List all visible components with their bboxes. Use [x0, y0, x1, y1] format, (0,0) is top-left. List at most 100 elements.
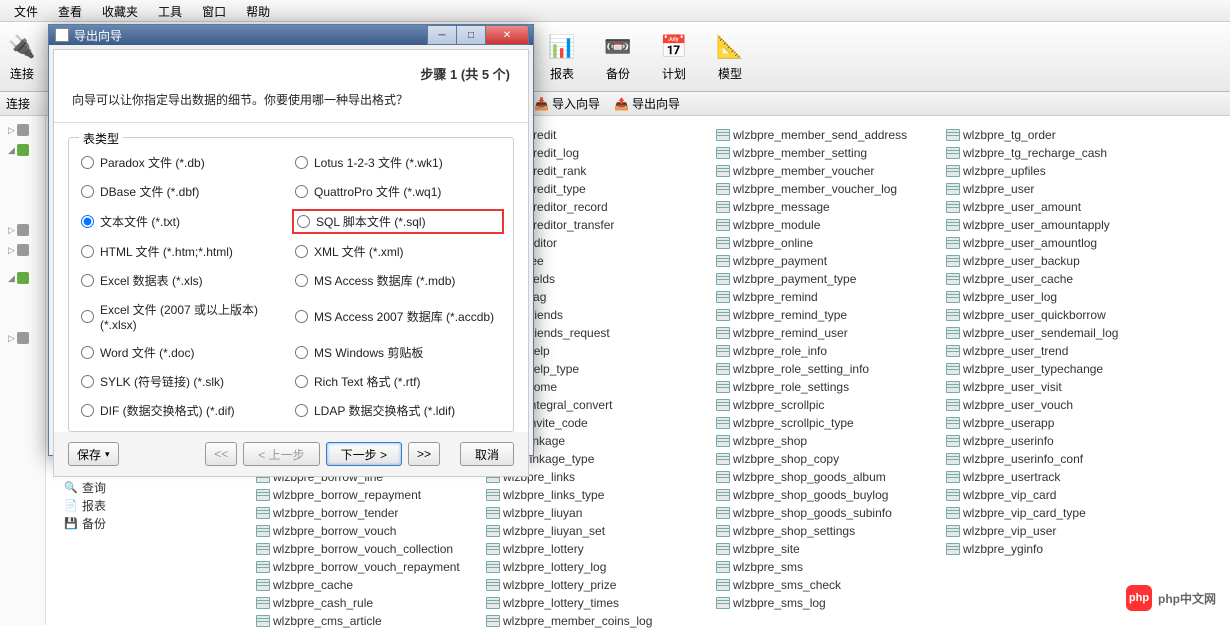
cancel-button[interactable]: 取消 — [460, 442, 514, 466]
table-row[interactable]: wlzbpre_shop_goods_subinfo — [716, 504, 946, 522]
nav-link[interactable]: 📤导出向导 — [614, 95, 680, 112]
minimize-button[interactable]: ─ — [427, 25, 457, 45]
table-row[interactable]: wlzbpre_member_voucher_log — [716, 180, 946, 198]
format-radio[interactable]: SQL 脚本文件 (*.sql) — [295, 212, 501, 231]
table-row[interactable]: wlzbpre_vip_card — [946, 486, 1176, 504]
table-row[interactable]: wlzbpre_liuyan — [486, 504, 716, 522]
table-row[interactable]: wlzbpre_borrow_tender — [256, 504, 486, 522]
next-button[interactable]: 下一步 > — [326, 442, 402, 466]
table-row[interactable]: wlzbpre_cash_rule — [256, 594, 486, 612]
table-row[interactable]: wlzbpre_sms_check — [716, 576, 946, 594]
format-radio[interactable]: MS Access 2007 数据库 (*.accdb) — [295, 301, 501, 332]
table-row[interactable]: wlzbpre_borrow_vouch_repayment — [256, 558, 486, 576]
table-row[interactable]: wlzbpre_user_log — [946, 288, 1176, 306]
table-row[interactable]: wlzbpre_payment_type — [716, 270, 946, 288]
tree-item[interactable]: ▷ — [0, 240, 45, 260]
format-radio[interactable]: HTML 文件 (*.htm;*.html) — [81, 243, 287, 260]
nav-link[interactable]: 📥导入向导 — [534, 95, 600, 112]
close-button[interactable]: ✕ — [485, 25, 529, 45]
table-row[interactable]: wlzbpre_vip_user — [946, 522, 1176, 540]
toolbar-button[interactable]: 📊报表 — [546, 31, 578, 82]
tree-item[interactable]: ▷ — [0, 220, 45, 240]
toolbar-button[interactable]: 📅计划 — [658, 31, 690, 82]
table-row[interactable]: wlzbpre_user_sendemail_log — [946, 324, 1176, 342]
table-row[interactable]: wlzbpre_lottery_times — [486, 594, 716, 612]
last-button[interactable]: >> — [408, 442, 440, 466]
table-row[interactable]: wlzbpre_user_amountapply — [946, 216, 1176, 234]
table-row[interactable]: wlzbpre_user — [946, 180, 1176, 198]
table-row[interactable]: wlzbpre_payment — [716, 252, 946, 270]
table-row[interactable]: wlzbpre_user_cache — [946, 270, 1176, 288]
format-radio[interactable]: XML 文件 (*.xml) — [295, 243, 501, 260]
table-row[interactable]: wlzbpre_member_voucher — [716, 162, 946, 180]
table-row[interactable]: wlzbpre_user_trend — [946, 342, 1176, 360]
table-row[interactable]: wlzbpre_remind_user — [716, 324, 946, 342]
tree-item[interactable]: ▷ — [0, 120, 45, 140]
table-row[interactable]: wlzbpre_usertrack — [946, 468, 1176, 486]
format-radio[interactable]: LDAP 数据交换格式 (*.ldif) — [295, 402, 501, 419]
menu-item[interactable]: 窗口 — [192, 0, 236, 21]
table-row[interactable]: wlzbpre_liuyan_set — [486, 522, 716, 540]
table-row[interactable]: wlzbpre_shop — [716, 432, 946, 450]
table-row[interactable]: wlzbpre_shop_goods_album — [716, 468, 946, 486]
table-row[interactable]: wlzbpre_user_amount — [946, 198, 1176, 216]
table-row[interactable]: wlzbpre_site — [716, 540, 946, 558]
format-radio[interactable]: MS Access 数据库 (*.mdb) — [295, 272, 501, 289]
table-row[interactable]: wlzbpre_user_typechange — [946, 360, 1176, 378]
format-radio[interactable]: Word 文件 (*.doc) — [81, 344, 287, 361]
table-row[interactable]: wlzbpre_sms — [716, 558, 946, 576]
format-radio[interactable]: DIF (数据交换格式) (*.dif) — [81, 402, 287, 419]
table-row[interactable]: wlzbpre_member_send_address — [716, 126, 946, 144]
dialog-titlebar[interactable]: 导出向导 ─ □ ✕ — [49, 25, 533, 45]
tree-item[interactable]: 💾备份 — [64, 514, 256, 532]
format-radio[interactable]: DBase 文件 (*.dbf) — [81, 183, 287, 200]
table-row[interactable]: wlzbpre_tg_order — [946, 126, 1176, 144]
table-row[interactable]: wlzbpre_borrow_vouch — [256, 522, 486, 540]
table-row[interactable]: wlzbpre_member_setting — [716, 144, 946, 162]
table-row[interactable]: wlzbpre_userinfo — [946, 432, 1176, 450]
table-row[interactable]: wlzbpre_user_visit — [946, 378, 1176, 396]
toolbar-button[interactable]: 🔌连接 — [6, 31, 38, 82]
table-row[interactable]: wlzbpre_tg_recharge_cash — [946, 144, 1176, 162]
tree-item[interactable]: ◢ — [0, 268, 45, 288]
table-row[interactable]: wlzbpre_scrollpic — [716, 396, 946, 414]
table-row[interactable]: wlzbpre_remind — [716, 288, 946, 306]
table-row[interactable]: wlzbpre_links_type — [486, 486, 716, 504]
table-row[interactable]: wlzbpre_userapp — [946, 414, 1176, 432]
format-radio[interactable]: MS Windows 剪贴板 — [295, 344, 501, 361]
table-row[interactable]: wlzbpre_shop_copy — [716, 450, 946, 468]
table-row[interactable]: wlzbpre_borrow_repayment — [256, 486, 486, 504]
maximize-button[interactable]: □ — [456, 25, 486, 45]
table-row[interactable]: wlzbpre_role_setting_info — [716, 360, 946, 378]
format-radio[interactable]: Rich Text 格式 (*.rtf) — [295, 373, 501, 390]
toolbar-button[interactable]: 📐模型 — [714, 31, 746, 82]
format-radio[interactable]: Excel 文件 (2007 或以上版本) (*.xlsx) — [81, 301, 287, 332]
table-row[interactable]: wlzbpre_user_amountlog — [946, 234, 1176, 252]
table-row[interactable]: wlzbpre_role_settings — [716, 378, 946, 396]
tree-item[interactable]: 🔍查询 — [64, 478, 256, 496]
table-row[interactable]: wlzbpre_user_vouch — [946, 396, 1176, 414]
menu-item[interactable]: 查看 — [48, 0, 92, 21]
menu-item[interactable]: 文件 — [4, 0, 48, 21]
first-button[interactable]: << — [205, 442, 237, 466]
format-radio[interactable]: Paradox 文件 (*.db) — [81, 154, 287, 171]
table-row[interactable]: wlzbpre_scrollpic_type — [716, 414, 946, 432]
tree-item[interactable]: ◢ — [0, 140, 45, 160]
table-row[interactable]: wlzbpre_user_quickborrow — [946, 306, 1176, 324]
table-row[interactable]: wlzbpre_remind_type — [716, 306, 946, 324]
table-row[interactable]: wlzbpre_lottery — [486, 540, 716, 558]
format-radio[interactable]: 文本文件 (*.txt) — [81, 212, 287, 231]
tree-item[interactable]: 📄报表 — [64, 496, 256, 514]
table-row[interactable]: wlzbpre_cms_article — [256, 612, 486, 630]
format-radio[interactable]: SYLK (符号链接) (*.slk) — [81, 373, 287, 390]
table-row[interactable]: wlzbpre_online — [716, 234, 946, 252]
table-row[interactable]: wlzbpre_sms_log — [716, 594, 946, 612]
table-row[interactable]: wlzbpre_userinfo_conf — [946, 450, 1176, 468]
save-button[interactable]: 保存▾ — [68, 442, 119, 466]
table-row[interactable]: wlzbpre_lottery_prize — [486, 576, 716, 594]
table-row[interactable]: wlzbpre_user_backup — [946, 252, 1176, 270]
table-row[interactable]: wlzbpre_upfiles — [946, 162, 1176, 180]
table-row[interactable]: wlzbpre_member_coins_log — [486, 612, 716, 630]
prev-button[interactable]: < 上一步 — [243, 442, 319, 466]
format-radio[interactable]: QuattroPro 文件 (*.wq1) — [295, 183, 501, 200]
